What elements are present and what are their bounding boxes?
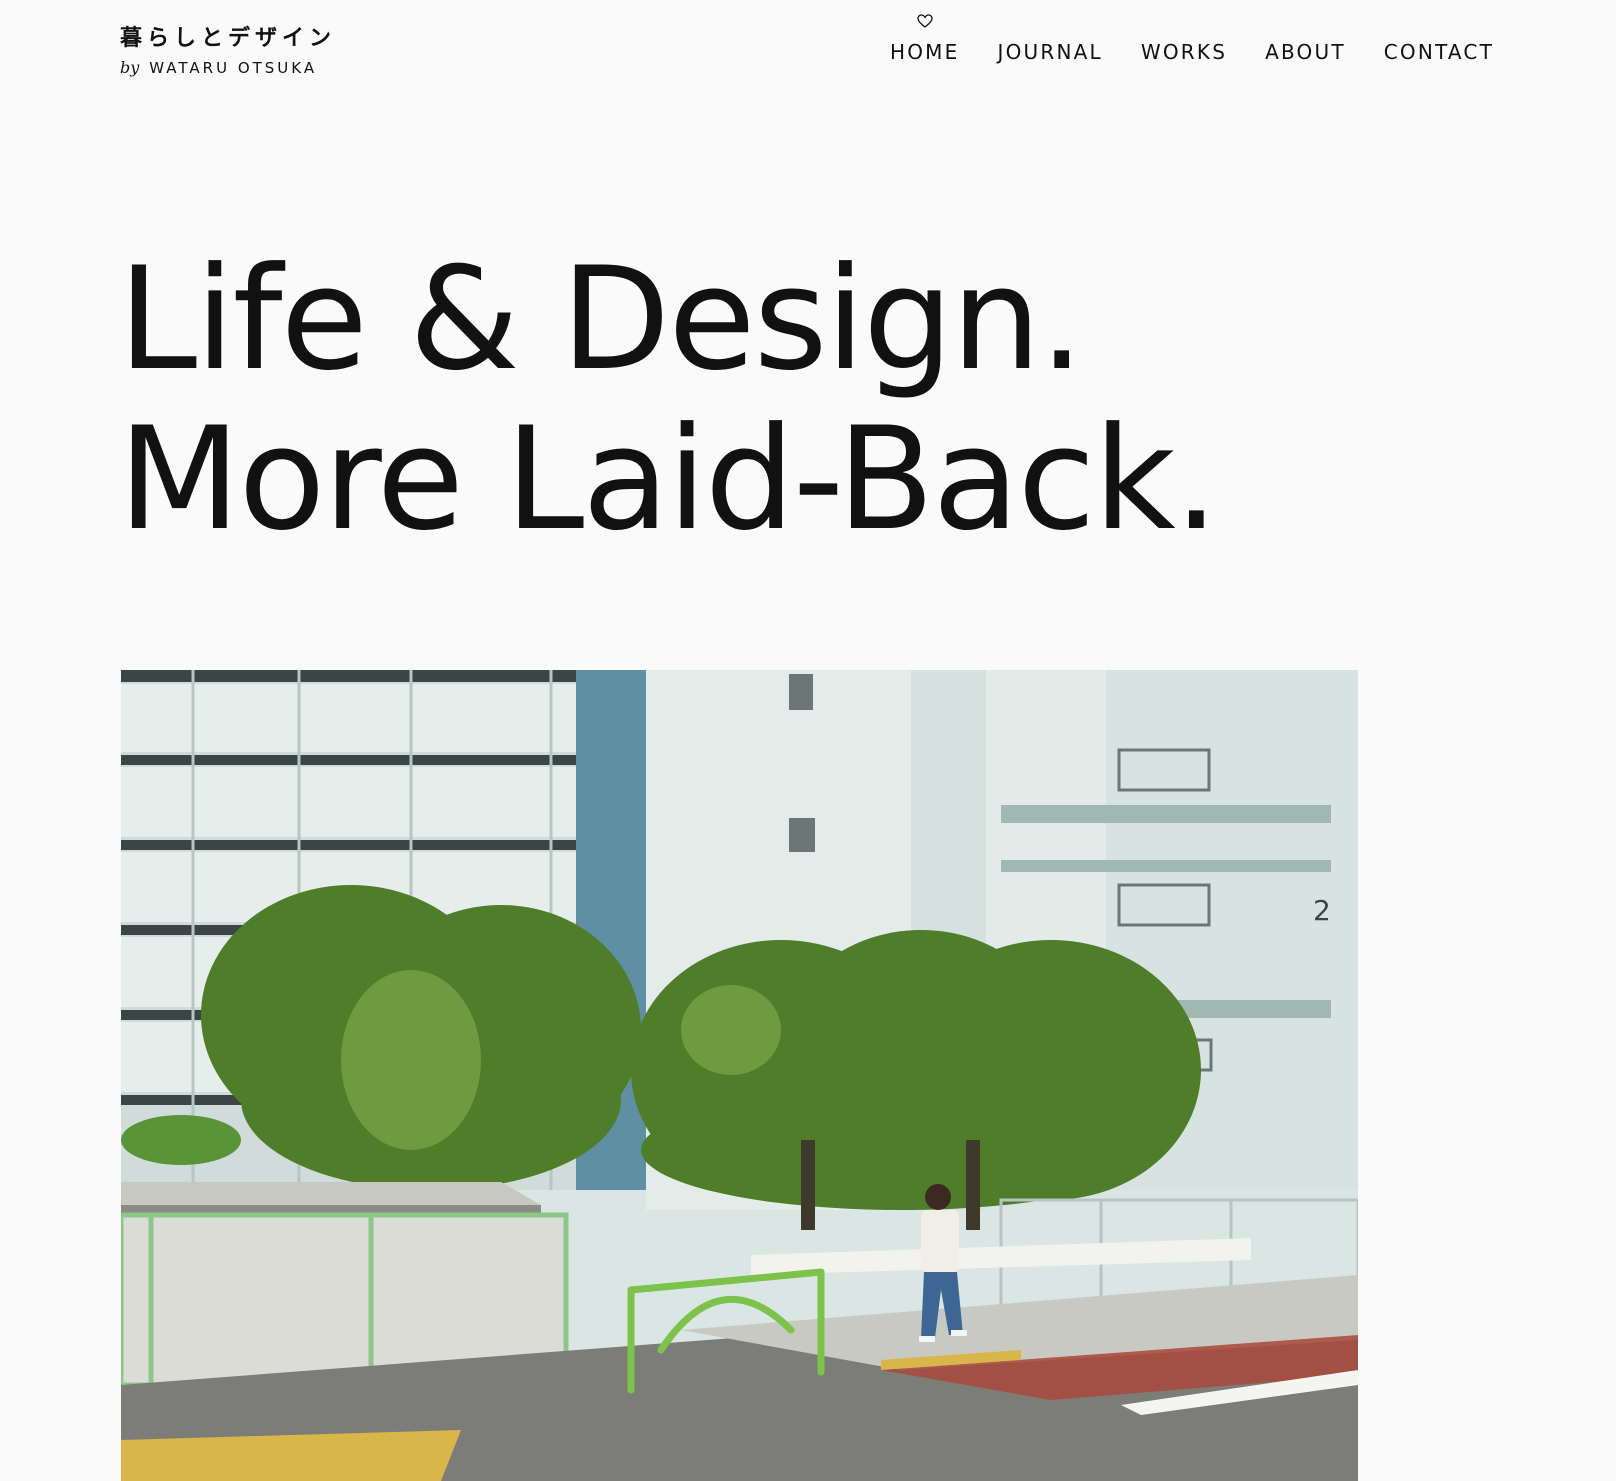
nav-label-contact: CONTACT [1383,40,1494,64]
heart-icon [917,14,933,28]
building-number: 2 [1313,894,1331,927]
site-logo[interactable]: 暮らしとデザイン by WATARU OTSUKA [120,24,360,77]
logo-subtitle: by WATARU OTSUKA [120,58,360,77]
nav-label-journal: JOURNAL [997,40,1103,64]
hero-line-2: More Laid-Back. [118,397,1219,562]
nav-item-works[interactable]: WORKS [1141,40,1227,64]
hero-photo: 2 [121,670,1358,1481]
logo-by: by [120,58,140,77]
main-nav: HOME JOURNAL WORKS ABOUT CONTACT [890,14,1494,64]
hero-line-1: Life & Design. [118,237,1084,402]
hero-photo-illustration: 2 [121,670,1358,1481]
nav-item-contact[interactable]: CONTACT [1384,40,1494,64]
nav-item-home[interactable]: HOME [890,14,960,64]
nav-item-about[interactable]: ABOUT [1265,40,1346,64]
hero-headline: Life & Design. More Laid-Back. [118,237,1219,562]
logo-author: WATARU OTSUKA [149,59,318,77]
nav-label-home: HOME [890,40,960,64]
logo-title: 暮らしとデザイン [120,26,337,51]
nav-label-about: ABOUT [1265,40,1346,64]
nav-item-journal[interactable]: JOURNAL [997,40,1102,64]
page: 暮らしとデザイン by WATARU OTSUKA HOME JOURNAL WO… [0,0,1616,1481]
nav-label-works: WORKS [1140,40,1228,64]
